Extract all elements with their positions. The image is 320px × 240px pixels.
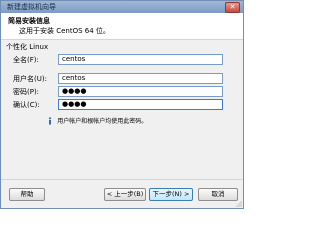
full-name-label: 全名(F): [13,56,39,64]
wizard-content: 个性化 Linux 全名(F): centos 用户名(U): centos 密… [1,40,243,180]
close-button[interactable]: ✕ [225,2,240,13]
window-title: 新建虚拟机向导 [7,3,56,11]
info-icon [47,116,53,125]
wizard-header: 简易安装信息 这用于安装 CentOS 64 位。 [1,13,243,40]
password-label: 密码(P): [13,88,40,96]
wizard-footer: 帮助 < 上一步(B) 下一步(N) > 取消 [1,179,243,208]
cancel-button[interactable]: 取消 [198,188,238,201]
username-input[interactable]: centos [58,73,223,84]
personalize-section-label: 个性化 Linux [6,43,49,51]
wizard-window: 新建虚拟机向导 ✕ 简易安装信息 这用于安装 CentOS 64 位。 个性化 … [0,0,244,209]
password-info-text: 用户帐户和根帐户均使用此密码。 [57,118,148,125]
username-label: 用户名(U): [13,75,47,83]
page-title: 简易安装信息 [8,17,50,25]
back-button[interactable]: < 上一步(B) [104,188,146,201]
help-button[interactable]: 帮助 [9,188,45,201]
password-info-note: 用户帐户和根帐户均使用此密码。 [47,116,147,125]
next-button[interactable]: 下一步(N) > [149,188,193,201]
confirm-password-input[interactable]: ●●●● [58,99,223,110]
confirm-password-label: 确认(C): [13,101,40,109]
full-name-input[interactable]: centos [58,54,223,65]
title-bar[interactable]: 新建虚拟机向导 ✕ [1,1,243,13]
page-subtitle: 这用于安装 CentOS 64 位。 [19,27,110,35]
password-input[interactable]: ●●●● [58,86,223,97]
close-icon: ✕ [229,3,236,11]
resize-grip-icon[interactable] [236,201,242,207]
